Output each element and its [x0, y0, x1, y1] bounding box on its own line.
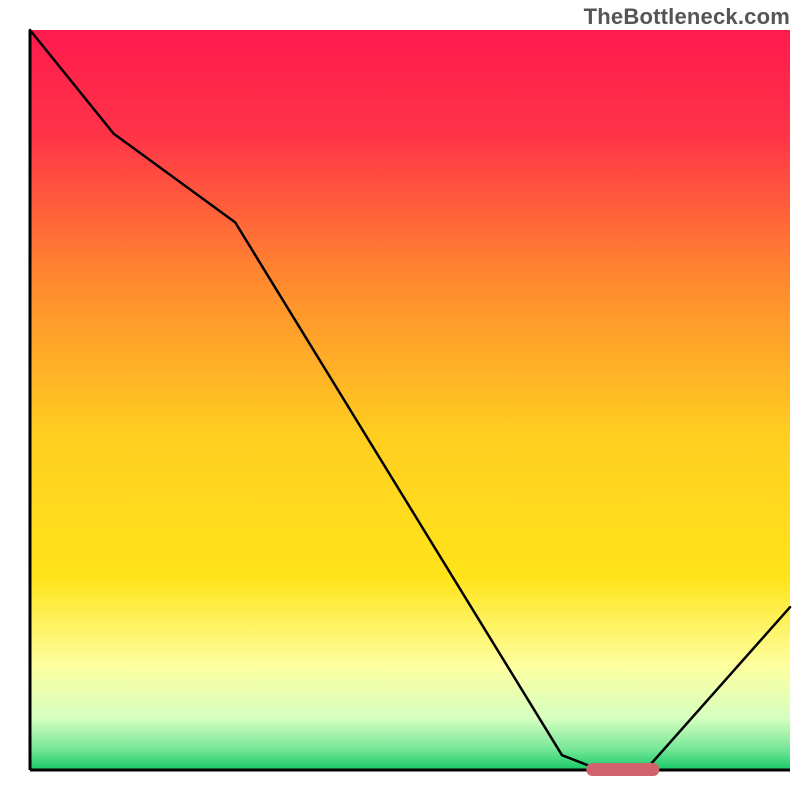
chart-container: TheBottleneck.com [0, 0, 800, 800]
plot-area [30, 30, 790, 776]
bottleneck-chart [0, 0, 800, 800]
gradient-background [30, 30, 790, 770]
optimal-band-marker [586, 763, 659, 776]
